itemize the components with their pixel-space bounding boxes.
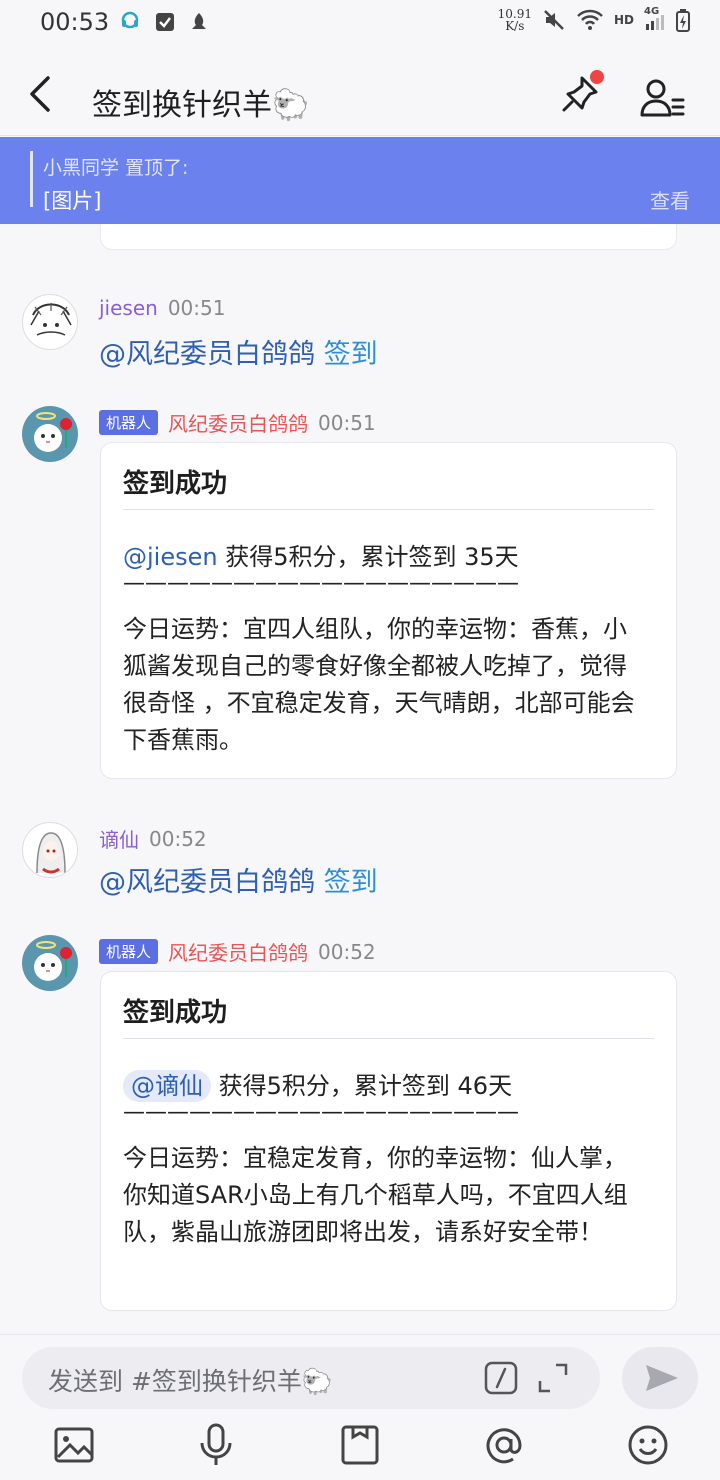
battery-icon [676,9,690,32]
bot-avatar[interactable] [22,935,78,991]
message-time: 00:51 [318,410,376,435]
message-text: @风纪委员白鸽鸽 签到 [99,332,378,371]
bot-avatar[interactable] [22,406,78,462]
card-separator: —————————————————— [123,1100,519,1125]
send-button[interactable] [622,1347,698,1409]
expand-icon[interactable] [536,1361,570,1395]
pinned-view-button[interactable]: 查看 [650,185,690,214]
card-title: 签到成功 [123,469,228,499]
message-header: 谪仙 00:52 [99,824,207,853]
card-mention[interactable]: @谪仙 [123,1070,211,1102]
message-list[interactable]: jiesen 00:51 @风纪委员白鸽鸽 签到 机器人 风纪委员白鸽鸽 00:… [0,224,720,1334]
bot-badge: 机器人 [99,410,159,435]
message-time: 00:51 [167,296,226,320]
message-text: @风纪委员白鸽鸽 签到 [99,860,378,899]
author-name[interactable]: 风纪委员白鸽鸽 [168,937,308,966]
command-text: 签到 [323,867,378,898]
message-time: 00:52 [318,939,376,964]
card-summary: 获得5积分，累计签到 35天 [225,543,519,571]
chat-header: 签到换针织羊🐑 [0,46,720,136]
pinned-indicator [30,151,33,207]
mention-link[interactable]: @风纪委员白鸽鸽 [99,339,315,370]
avatar[interactable] [22,294,78,350]
notification-icons [118,10,210,34]
card-divider [123,509,654,510]
emoji-icon[interactable] [626,1423,670,1467]
card-icon[interactable] [338,1423,382,1467]
bot-badge: 机器人 [99,939,159,964]
message-header: 机器人 风纪委员白鸽鸽 00:52 [99,937,376,966]
microphone-icon[interactable] [194,1423,238,1467]
hd-label: HD [613,13,634,27]
at-icon[interactable] [482,1423,526,1467]
pinned-author: 小黑同学 置顶了: [43,157,189,179]
network-speed: 10.91 K/s [498,8,532,32]
members-icon[interactable] [640,78,686,118]
send-icon [646,1365,678,1391]
status-time: 00:53 [40,8,110,36]
card-summary-line: @jiesen 获得5积分，累计签到 35天 [123,537,519,572]
command-text: 签到 [323,339,378,370]
checkbox-icon [156,13,174,31]
message-header: 机器人 风纪委员白鸽鸽 00:51 [99,408,376,437]
card-mention[interactable]: @jiesen [123,543,218,571]
status-bar: 00:53 10.91 K/s HD 4G [0,0,720,46]
pinned-message-banner[interactable]: 小黑同学 置顶了: [图片] 查看 [0,137,720,224]
message-header: jiesen 00:51 [99,296,225,320]
image-icon[interactable] [52,1423,96,1467]
channel-title: 签到换针织羊🐑 [92,88,310,123]
composer-toolbar [0,1423,720,1473]
card-body: 今日运势：宜稳定发育，你的幸运物：仙人掌，你知道SAR小岛上有几个稻草人吗，不宜… [123,1144,628,1246]
signal-label: 4G [644,6,660,17]
card-summary: 获得5积分，累计签到 46天 [218,1072,513,1100]
message-time: 00:52 [149,826,207,851]
mute-icon [544,10,564,30]
app-icon [192,13,206,29]
pinned-content: [图片] [43,189,102,213]
card-summary-line: @谪仙 获得5积分，累计签到 46天 [123,1066,513,1102]
card-body: 今日运势：宜四人组队，你的幸运物：香蕉，小狐酱发现自己的零食好像全都被人吃掉了，… [123,615,635,754]
avatar[interactable] [22,822,78,878]
checkin-card: 签到成功 @谪仙 获得5积分，累计签到 46天 ————————————————… [100,971,677,1311]
author-name[interactable]: jiesen [99,296,158,320]
headset-icon [121,11,139,29]
card-separator: —————————————————— [123,571,519,596]
input-placeholder: 发送到 #签到换针织羊🐑 [48,1367,334,1396]
author-name[interactable]: 谪仙 [99,824,139,853]
signal-icon: 4G [644,6,666,32]
back-icon[interactable] [22,74,58,114]
slash-command-icon[interactable] [484,1361,518,1395]
mention-link[interactable]: @风纪委员白鸽鸽 [99,867,315,898]
wifi-icon [577,9,603,30]
notification-dot [590,70,604,84]
network-speed-unit: K/s [505,19,525,33]
checkin-card: 签到成功 @jiesen 获得5积分，累计签到 35天 ————————————… [100,442,677,779]
card-divider [123,1038,654,1039]
system-icons: 10.91 K/s HD 4G [498,6,690,32]
card-title: 签到成功 [123,998,228,1028]
message-input[interactable]: 发送到 #签到换针织羊🐑 [22,1347,600,1409]
previous-card [100,224,677,250]
composer: 发送到 #签到换针织羊🐑 [0,1334,720,1480]
author-name[interactable]: 风纪委员白鸽鸽 [168,408,308,437]
